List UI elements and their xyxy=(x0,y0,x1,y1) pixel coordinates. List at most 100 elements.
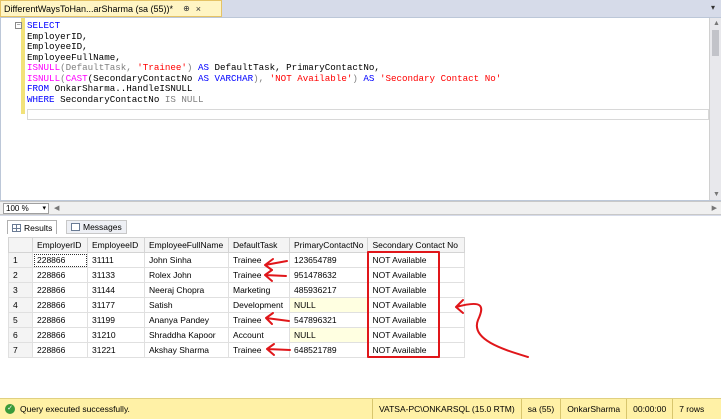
messages-icon xyxy=(71,223,80,231)
cell-primarycontactno[interactable]: 547896321 xyxy=(288,312,369,328)
code-token: SecondaryContactNo xyxy=(54,93,165,105)
row-number[interactable]: 3 xyxy=(8,282,33,298)
cell-employeefullname[interactable]: John Sinha xyxy=(144,252,229,268)
cell-defaulttask[interactable]: Trainee xyxy=(228,252,290,268)
cell-primarycontactno[interactable]: 648521789 xyxy=(288,342,369,358)
tab-results[interactable]: Results xyxy=(7,220,58,234)
table-row[interactable]: 3 228866 31144 Neeraj Chopra Marketing 4… xyxy=(8,282,466,298)
results-grid[interactable]: EmployerID EmployeeID EmployeeFullName D… xyxy=(8,237,466,358)
cell-employerid[interactable]: 228866 xyxy=(32,297,88,313)
code-token: 'Secondary Contact No' xyxy=(379,72,502,84)
cell-employeefullname[interactable]: Akshay Sharma xyxy=(144,342,229,358)
cell-defaulttask[interactable]: Marketing xyxy=(228,282,290,298)
table-row[interactable]: 7 228866 31221 Akshay Sharma Trainee 648… xyxy=(8,342,466,358)
grid-icon xyxy=(12,223,21,232)
cell-employeeid[interactable]: 31210 xyxy=(87,327,145,343)
table-row[interactable]: 5 228866 31199 Ananya Pandey Trainee 547… xyxy=(8,312,466,328)
cell-employerid[interactable]: 228866 xyxy=(32,267,88,283)
code-token: ), xyxy=(253,72,270,84)
code-line[interactable]: EmployerID, xyxy=(27,31,501,43)
code-token: AS xyxy=(363,72,375,84)
cell-employerid[interactable]: 228866 xyxy=(32,342,88,358)
results-tabs: Results Messages xyxy=(0,220,721,234)
code-token: FROM xyxy=(27,83,50,94)
column-header-defaulttask[interactable]: DefaultTask xyxy=(228,237,290,253)
cell-secondary-contact-no[interactable]: NOT Available xyxy=(367,297,466,313)
code-line[interactable]: WHERE SecondaryContactNo IS NULL xyxy=(27,93,501,106)
cell-employeefullname[interactable]: Ananya Pandey xyxy=(144,312,229,328)
close-icon[interactable]: × xyxy=(196,4,201,14)
table-row[interactable]: 2 228866 31133 Rolex John Trainee 951478… xyxy=(8,267,466,283)
cell-employeefullname[interactable]: Rolex John xyxy=(144,267,229,283)
column-header-secondary-contact-no[interactable]: Secondary Contact No xyxy=(367,237,466,253)
tab-results-label: Results xyxy=(24,222,53,233)
scroll-up-icon[interactable]: ▲ xyxy=(713,20,720,27)
row-number[interactable]: 2 xyxy=(8,267,33,283)
row-number[interactable]: 6 xyxy=(8,327,33,343)
query-editor[interactable]: − SELECT EmployerID, EmployeeID, EmployeeFu… xyxy=(0,17,721,201)
column-header-employerid[interactable]: EmployerID xyxy=(32,237,88,253)
zoom-select[interactable]: 100 % ▾ xyxy=(3,203,49,214)
code-token: (SecondaryContactNo xyxy=(87,72,198,84)
cell-defaulttask[interactable]: Development xyxy=(228,297,290,313)
editor-vertical-scrollbar[interactable]: ▲ ▼ xyxy=(709,18,721,200)
collapse-icon[interactable]: − xyxy=(15,22,22,29)
cell-primarycontactno[interactable]: NULL xyxy=(288,297,369,313)
cell-defaulttask[interactable]: Account xyxy=(228,327,290,343)
cell-employerid[interactable]: 228866 xyxy=(32,282,88,298)
column-header-employeefullname[interactable]: EmployeeFullName xyxy=(144,237,229,253)
cell-employeeid[interactable]: 31221 xyxy=(87,342,145,358)
cell-secondary-contact-no[interactable]: NOT Available xyxy=(367,282,466,298)
code-token: (DefaultTask, xyxy=(60,62,138,73)
cell-employerid[interactable]: 228866 xyxy=(32,327,88,343)
status-message-text: Query executed successfully. xyxy=(20,404,130,414)
cell-employeefullname[interactable]: Shraddha Kapoor xyxy=(144,327,229,343)
column-header-employeeid[interactable]: EmployeeID xyxy=(87,237,145,253)
cell-employeefullname[interactable]: Neeraj Chopra xyxy=(144,282,229,298)
row-number[interactable]: 4 xyxy=(8,297,33,313)
cell-secondary-contact-no[interactable]: NOT Available xyxy=(367,267,466,283)
cell-primarycontactno[interactable]: 485936217 xyxy=(288,282,369,298)
scroll-down-icon[interactable]: ▼ xyxy=(713,191,720,198)
cell-defaulttask[interactable]: Trainee xyxy=(228,267,290,283)
code-line[interactable]: SELECT xyxy=(27,20,501,32)
code-token: OnkarSharma..HandleISNULL xyxy=(49,83,193,94)
cell-employerid[interactable]: 228866 xyxy=(32,312,88,328)
cell-primarycontactno[interactable]: NULL xyxy=(288,327,369,343)
status-user: sa (55) xyxy=(520,398,560,419)
scroll-thumb[interactable] xyxy=(712,30,719,56)
cell-secondary-contact-no[interactable]: NOT Available xyxy=(367,342,466,358)
row-number[interactable]: 7 xyxy=(8,342,33,358)
code-token: DefaultTask, PrimaryContactNo, xyxy=(208,62,380,73)
cell-employerid[interactable]: 228866 xyxy=(32,252,88,268)
code-token: AS xyxy=(197,72,209,84)
cell-employeeid[interactable]: 31144 xyxy=(87,282,145,298)
cell-employeeid[interactable]: 31177 xyxy=(87,297,145,313)
cell-employeeid[interactable]: 31111 xyxy=(87,252,145,268)
pin-icon[interactable]: ⊕ xyxy=(183,4,190,13)
cell-secondary-contact-no[interactable]: NOT Available xyxy=(367,327,466,343)
table-row[interactable]: 6 228866 31210 Shraddha Kapoor Account N… xyxy=(8,327,466,343)
cell-secondary-contact-no[interactable]: NOT Available xyxy=(367,312,466,328)
row-number[interactable]: 1 xyxy=(8,252,33,268)
cell-defaulttask[interactable]: Trainee xyxy=(228,342,290,358)
cell-employeeid[interactable]: 31199 xyxy=(87,312,145,328)
table-row[interactable]: 4 228866 31177 Satish Development NULL N… xyxy=(8,297,466,313)
row-number[interactable]: 5 xyxy=(8,312,33,328)
cell-employeeid[interactable]: 31133 xyxy=(87,267,145,283)
cell-secondary-contact-no[interactable]: NOT Available xyxy=(367,252,466,268)
scroll-right-icon[interactable]: ▶ xyxy=(712,204,717,212)
cell-primarycontactno[interactable]: 123654789 xyxy=(288,252,369,268)
cell-primarycontactno[interactable]: 951478632 xyxy=(288,267,369,283)
cell-employeefullname[interactable]: Satish xyxy=(144,297,229,313)
column-header-primarycontactno[interactable]: PrimaryContactNo xyxy=(288,237,369,253)
cell-defaulttask[interactable]: Trainee xyxy=(228,312,290,328)
tab-list-dropdown-icon[interactable]: ▾ xyxy=(711,3,715,12)
tab-messages[interactable]: Messages xyxy=(66,220,127,234)
table-row[interactable]: 1 228866 31111 John Sinha Trainee 123654… xyxy=(8,252,466,268)
sql-code[interactable]: SELECT EmployerID, EmployeeID, EmployeeFull… xyxy=(27,20,502,106)
scroll-left-icon[interactable]: ◀ xyxy=(54,204,59,212)
query-tab[interactable]: DifferentWaysToHan...arSharma (sa (55))*… xyxy=(0,0,222,17)
row-number-header[interactable] xyxy=(8,237,33,253)
editor-zoom-bar: 100 % ▾ ◀ ▶ xyxy=(0,201,721,215)
